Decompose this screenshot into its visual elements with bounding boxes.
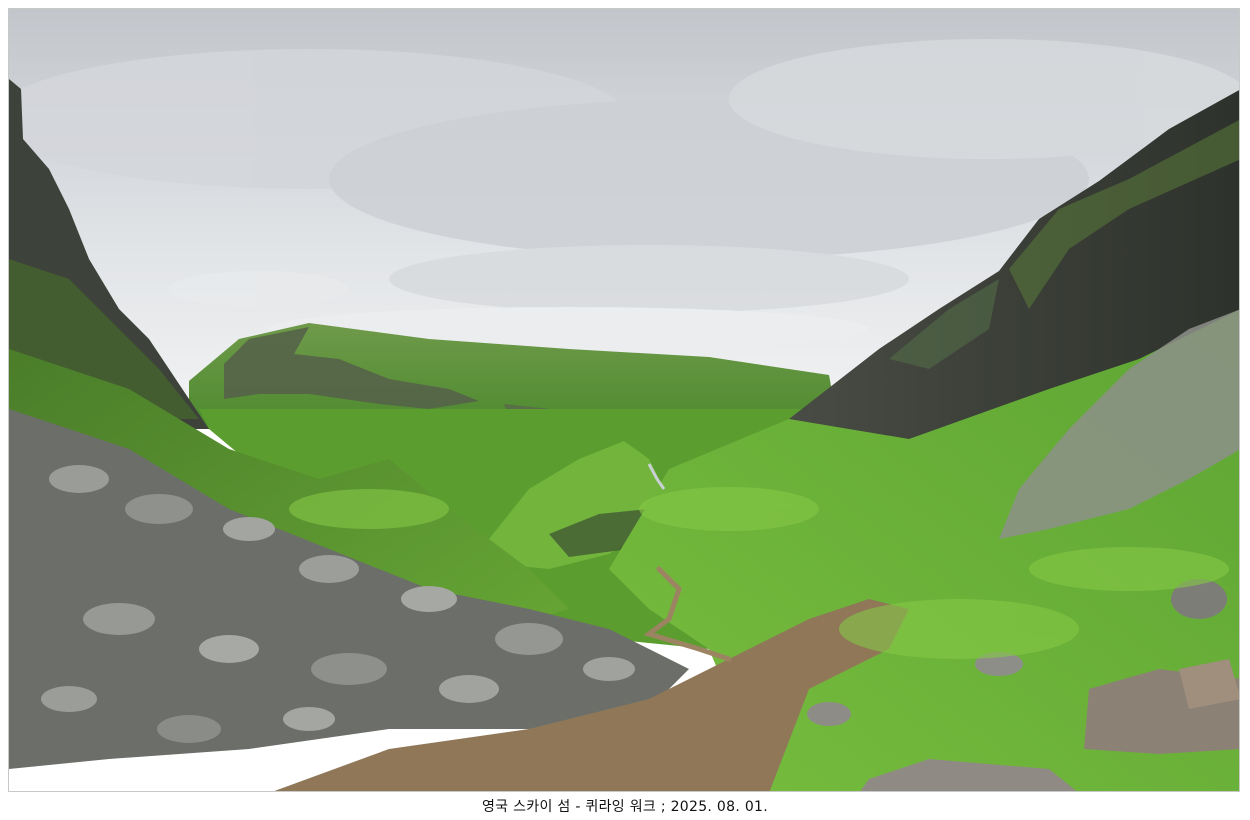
landscape-photo xyxy=(8,8,1240,792)
valley-scene xyxy=(9,9,1239,791)
photo-caption: 영국 스카이 섬 - 퀴라잉 워크 ; 2025. 08. 01. xyxy=(481,799,768,815)
photo-frame: 영국 스카이 섬 - 퀴라잉 워크 ; 2025. 08. 01. xyxy=(0,0,1250,820)
